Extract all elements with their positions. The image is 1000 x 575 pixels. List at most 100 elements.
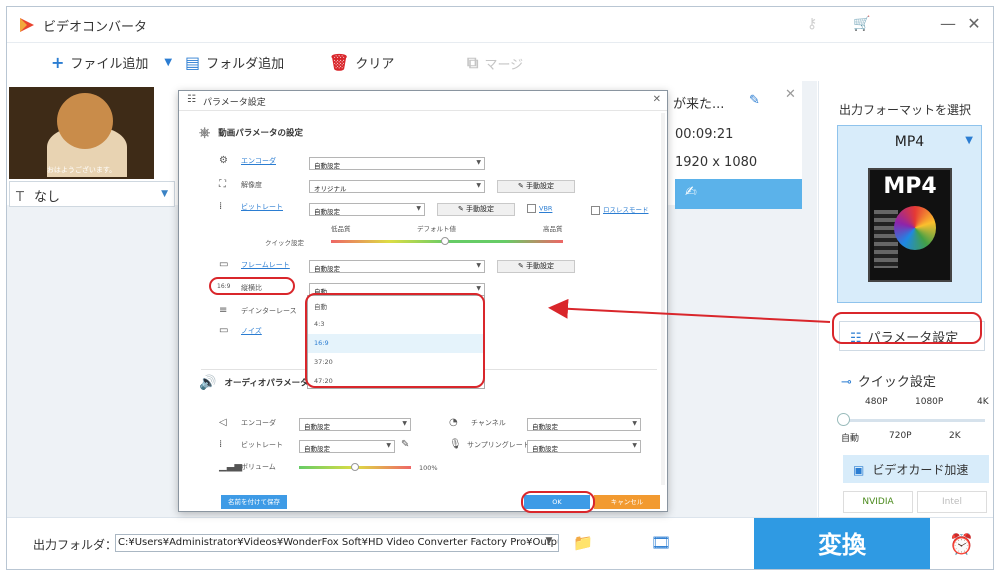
encoder-value: 自動設定	[314, 162, 340, 170]
film-icon[interactable]: 🎞	[651, 533, 671, 552]
audio-bitrate-label: ビットレート	[241, 441, 283, 449]
bottom-bar: 出力フォルダ： C:¥Users¥Administrator¥Videos¥Wo…	[7, 517, 993, 569]
convert-button[interactable]: 変換	[754, 518, 930, 569]
remove-file-icon[interactable]: ✕	[785, 87, 796, 102]
video-section-title: ⎈ 動画パラメータの設定	[199, 125, 303, 141]
chevron-down-icon[interactable]: ▼	[164, 57, 172, 68]
folder-icon[interactable]: 📁	[573, 533, 593, 552]
gpu-acceleration[interactable]: ▣ ビデオカード加速	[843, 455, 989, 483]
quick-slider-handle[interactable]	[837, 413, 850, 426]
subtitle-select[interactable]: T なし ▼	[9, 181, 175, 207]
plus-icon: +	[51, 53, 65, 72]
quick-tick: 自動	[841, 434, 860, 444]
edit-band[interactable]: ✍	[675, 179, 802, 209]
volume-slider-handle[interactable]	[351, 463, 359, 471]
resolution-icon: ⛶	[219, 179, 226, 190]
volume-value: 100%	[419, 464, 438, 472]
chevron-down-icon: ▼	[632, 442, 637, 449]
chevron-down-icon: ▼	[402, 420, 407, 427]
resolution-label: 解像度	[241, 181, 262, 189]
encoder-select[interactable]: 自動設定 ▼	[309, 157, 485, 170]
quality-slider-handle[interactable]	[441, 237, 449, 245]
output-folder-input[interactable]: C:¥Users¥Administrator¥Videos¥WonderFox …	[115, 534, 559, 552]
audio-encoder-select[interactable]: 自動設定 ▼	[299, 418, 411, 431]
app-logo-icon	[20, 18, 34, 32]
microphone-icon: 🎙	[449, 439, 462, 450]
quick-tick: 720P	[889, 431, 912, 441]
subtitle-value: なし	[33, 190, 60, 205]
channel-select[interactable]: 自動設定 ▼	[527, 418, 641, 431]
encoder-label[interactable]: エンコーダ	[241, 156, 276, 166]
close-button[interactable]: ✕	[961, 13, 987, 35]
param-button-highlight	[832, 312, 982, 344]
merge-button[interactable]: ⧉ マージ	[467, 53, 523, 73]
resolution-select[interactable]: オリジナル ▼	[309, 180, 485, 193]
framerate-select[interactable]: 自動設定 ▼	[309, 260, 485, 273]
encoder-icon: ⚙	[219, 155, 228, 166]
video-thumbnail[interactable]: おはようございます。	[9, 87, 154, 179]
add-file-button[interactable]: + ファイル追加 ▼	[51, 53, 172, 72]
chevron-down-icon: ▼	[965, 135, 973, 146]
manual-label: 手動設定	[526, 182, 555, 190]
channel-label: チャンネル	[471, 419, 506, 427]
thumbnail-caption: おはようございます。	[46, 166, 117, 174]
cart-icon[interactable]: 🛒	[853, 16, 870, 32]
film-strip	[874, 210, 898, 268]
framerate-manual-button[interactable]: ✎ 手動設定	[497, 260, 575, 273]
format-name: MP4	[894, 134, 925, 150]
cancel-button[interactable]: キャンセル	[594, 495, 660, 509]
format-selector[interactable]: MP4 ▼ MP4	[837, 125, 982, 303]
pencil-icon[interactable]: ✎	[401, 439, 409, 450]
volume-label: ボリューム	[241, 463, 276, 471]
chevron-down-icon: ▼	[476, 159, 481, 166]
pencil-icon: ✎	[457, 205, 467, 213]
save-as-button[interactable]: 名前を付けて保存	[221, 495, 287, 509]
resolution-manual-button[interactable]: ✎ 手動設定	[497, 180, 575, 193]
manual-label: 手動設定	[526, 262, 555, 270]
samplerate-select[interactable]: 自動設定 ▼	[527, 440, 641, 453]
ok-highlight	[521, 491, 595, 513]
mp4-image-text: MP4	[883, 174, 937, 199]
add-folder-button[interactable]: ▤ フォルダ追加	[185, 53, 284, 72]
deinterlace-icon: ≡	[219, 305, 228, 316]
title-bar: ビデオコンバータ ⚷ 🛒 — ✕	[7, 7, 993, 43]
audio-bitrate-value: 自動設定	[304, 445, 330, 453]
dialog-title-bar: ☷ パラメータ設定 ✕	[179, 91, 667, 111]
clear-button[interactable]: 🗑 クリア	[329, 53, 394, 72]
mp4-format-image: MP4	[868, 168, 952, 282]
vbr-checkbox[interactable]: VBR	[527, 204, 552, 213]
nvidia-label: NVIDIA	[862, 497, 894, 507]
key-icon[interactable]: ⚷	[807, 16, 817, 32]
pencil-icon[interactable]: ✎	[749, 93, 760, 108]
video-section-text: 動画パラメータの設定	[218, 128, 303, 139]
bitrate-label[interactable]: ビットレート	[241, 202, 283, 212]
lossless-checkbox[interactable]: ロスレスモード	[591, 204, 649, 215]
noise-label[interactable]: ノイズ	[241, 326, 262, 336]
volume-icon: ▁▃▅	[219, 461, 243, 472]
default-value-label: デフォルト値	[417, 225, 456, 233]
chevron-down-icon: ▼	[476, 262, 481, 269]
alarm-icon[interactable]: ⏰	[949, 532, 974, 556]
dialog-close-icon[interactable]: ✕	[653, 94, 661, 105]
bitrate-manual-button[interactable]: ✎ 手動設定	[437, 203, 515, 216]
sliders-icon: ☷	[187, 94, 196, 105]
audio-bitrate-select[interactable]: 自動設定 ▼	[299, 440, 395, 453]
quick-settings-slider[interactable]	[841, 419, 985, 422]
merge-icon: ⧉	[467, 53, 479, 72]
bitrate-select[interactable]: 自動設定 ▼	[309, 203, 425, 216]
chevron-down-icon: ▼	[632, 420, 637, 427]
chevron-down-icon[interactable]: ▼	[542, 536, 556, 550]
deinterlace-label: デインターレース	[241, 307, 297, 315]
chip-icon: ▣	[853, 463, 865, 477]
quick-tick: 4K	[977, 397, 989, 407]
quick-settings-text: クイック設定	[857, 375, 936, 390]
resolution-value: オリジナル	[314, 185, 347, 193]
audio-encoder-value: 自動設定	[304, 423, 330, 431]
toolbar: + ファイル追加 ▼ ▤ フォルダ追加 🗑 クリア ⧉ マージ	[7, 43, 993, 81]
nvidia-button[interactable]: NVIDIA	[843, 491, 913, 513]
framerate-label[interactable]: フレームレート	[241, 260, 290, 270]
dialog-quick-label: クイック設定	[265, 239, 304, 247]
intel-button[interactable]: Intel	[917, 491, 987, 513]
minimize-button[interactable]: —	[935, 13, 961, 35]
aspect-label-highlight	[209, 277, 295, 295]
